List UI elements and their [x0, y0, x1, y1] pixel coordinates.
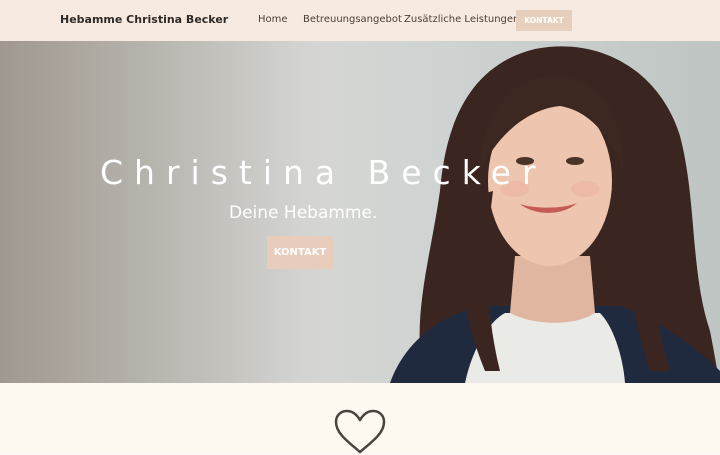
nav-betreuungsangebot[interactable]: Betreuungsangebot [303, 14, 402, 25]
hero-subtitle: Deine Hebamme. [229, 203, 378, 223]
hero-section: Christina Becker Deine Hebamme. KONTAKT [0, 41, 720, 383]
nav-home[interactable]: Home [258, 14, 288, 25]
nav-zusaetzliche-leistungen[interactable]: Zusätzliche Leistungen⌄ [404, 14, 528, 25]
heart-icon [334, 409, 386, 454]
nav-zusaetzliche-leistungen-label: Zusätzliche Leistungen [404, 14, 520, 25]
hero-kontakt-button[interactable]: KONTAKT [267, 236, 333, 269]
site-brand[interactable]: Hebamme Christina Becker [60, 13, 228, 26]
hero-title: Christina Becker [100, 153, 547, 192]
portrait-photo [390, 46, 720, 383]
content-section [0, 383, 720, 454]
site-header: Hebamme Christina Becker Home Betreuungs… [0, 0, 720, 41]
nav-kontakt-button[interactable]: KONTAKT [516, 10, 572, 31]
